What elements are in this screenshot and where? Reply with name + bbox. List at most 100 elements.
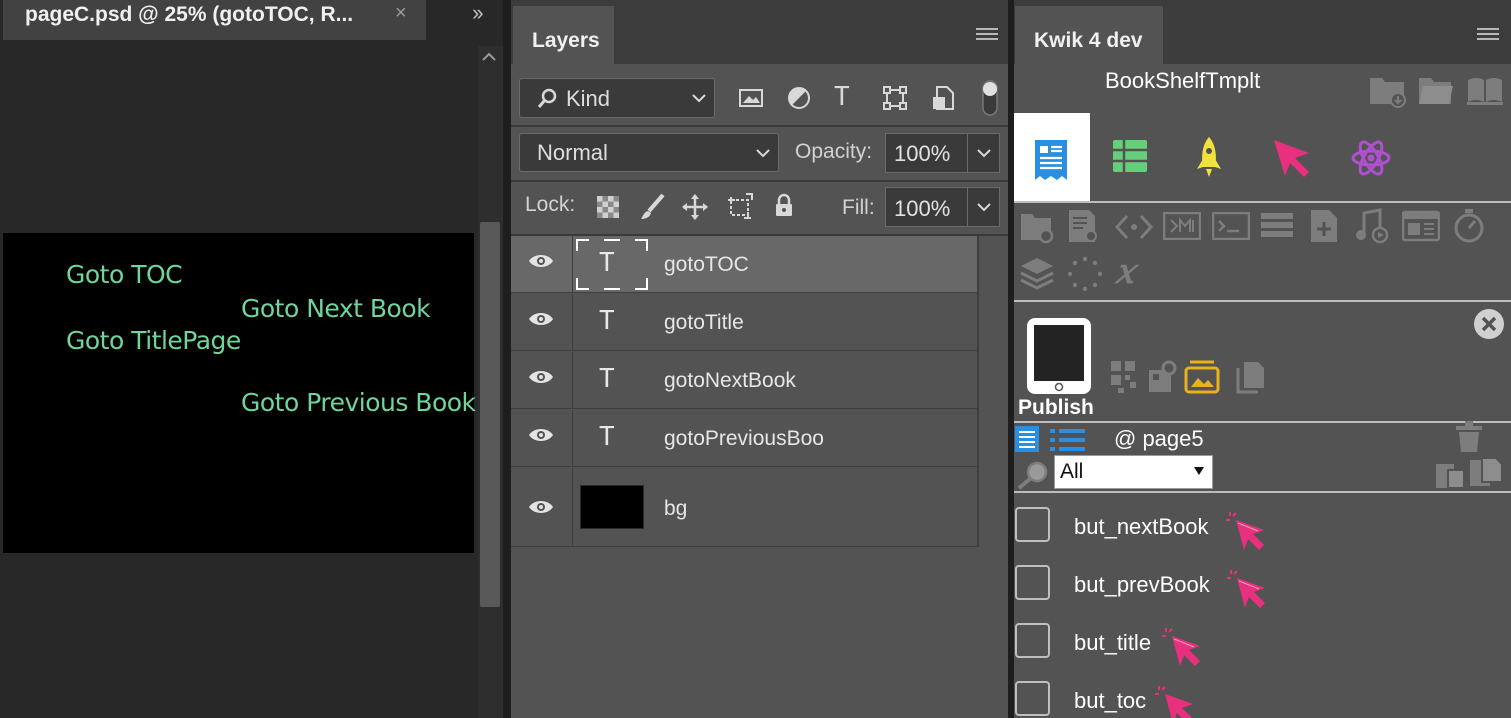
trash-icon[interactable] [1455, 420, 1483, 454]
atom-icon[interactable] [1350, 137, 1392, 179]
lock-transparent-pixels-icon[interactable] [597, 196, 619, 218]
panel-divider[interactable] [503, 0, 511, 718]
checkbox[interactable] [1015, 623, 1050, 658]
chevron-down-icon[interactable] [977, 202, 991, 212]
document-tab[interactable]: pageC.psd @ 25% (gotoTOC, R... × [3, 0, 426, 40]
list-item[interactable]: but_toc [1014, 678, 1314, 718]
copy-pages-icon[interactable] [1234, 360, 1268, 394]
layer-name[interactable]: gotoPreviousBoo [664, 427, 824, 451]
filter-smart-objects-icon[interactable] [931, 85, 955, 111]
checkbox[interactable] [1015, 681, 1050, 716]
button-layer-name[interactable]: but_prevBook [1074, 572, 1210, 598]
button-layer-name[interactable]: but_title [1074, 630, 1151, 656]
stack-layers-icon[interactable] [1259, 211, 1295, 241]
code-brackets-icon[interactable] [1115, 212, 1153, 242]
pointer-cursor-icon [1227, 568, 1271, 612]
tab-layers[interactable]: Layers [513, 6, 614, 64]
checkbox[interactable] [1015, 565, 1050, 600]
build-settings-icon[interactable] [1147, 360, 1177, 394]
eye-icon[interactable] [527, 310, 555, 328]
chevron-down-icon[interactable] [977, 148, 991, 158]
lock-artboard-icon[interactable] [726, 192, 754, 220]
panel-menu-icon[interactable] [1477, 28, 1499, 42]
layer-name[interactable]: bg [664, 497, 687, 521]
filter-toggle-switch[interactable] [981, 79, 999, 117]
fill-field[interactable]: 100% [885, 187, 1000, 227]
particles-icon[interactable] [1067, 256, 1103, 292]
checkbox[interactable] [1015, 507, 1050, 542]
lock-all-icon[interactable] [774, 193, 794, 217]
filter-shape-layers-icon[interactable] [883, 86, 907, 110]
canvas-text-goto-next-book[interactable]: Goto Next Book [241, 294, 431, 323]
variable-x-icon[interactable]: 𝑥 [1115, 252, 1134, 292]
html-widget-icon[interactable] [1163, 212, 1201, 240]
panel-menu-icon[interactable] [976, 28, 998, 42]
list-item[interactable]: but_prevBook [1014, 562, 1314, 608]
search-icon[interactable] [1017, 460, 1051, 490]
page-view-icon[interactable] [1014, 424, 1040, 454]
open-folder-icon[interactable] [1417, 74, 1455, 106]
opacity-field[interactable]: 100% [885, 133, 1000, 173]
tab-page-properties[interactable] [1014, 113, 1090, 203]
filter-type-layers-icon[interactable]: T [834, 82, 850, 112]
canvas-text-goto-titlepage[interactable]: Goto TitlePage [66, 326, 241, 355]
rocket-icon[interactable] [1194, 135, 1224, 179]
eye-icon[interactable] [527, 498, 555, 516]
layer-name[interactable]: gotoNextBook [664, 369, 796, 393]
filter-adjustment-layers-icon[interactable] [787, 86, 811, 110]
stopwatch-icon[interactable] [1451, 208, 1487, 244]
layer-name[interactable]: gotoTOC [664, 253, 749, 277]
close-icon[interactable]: × [395, 2, 407, 25]
collapse-panels-icon[interactable]: ›› [472, 0, 484, 26]
scrollbar-thumb[interactable] [480, 222, 500, 607]
new-project-folder-icon[interactable] [1368, 72, 1408, 108]
scroll-up-icon[interactable] [482, 52, 496, 62]
tab-kwik[interactable]: Kwik 4 dev [1015, 6, 1163, 64]
lock-image-pixels-icon[interactable] [639, 193, 665, 221]
canvas-text-goto-previous-book[interactable]: Goto Previous Book [241, 388, 476, 417]
eye-icon[interactable] [527, 426, 555, 444]
blend-mode-select[interactable]: Normal [519, 133, 779, 172]
lock-position-icon[interactable] [681, 193, 709, 221]
layer-row-gototitle[interactable]: T gotoTitle [511, 294, 977, 351]
document-settings-icon[interactable] [1067, 208, 1099, 244]
lock-label: Lock: [525, 193, 576, 216]
layer-filter-select[interactable]: All [1054, 455, 1213, 489]
layer-row-gotopreviousbook[interactable]: T gotoPreviousBoo [511, 410, 977, 467]
audio-icon[interactable] [1354, 208, 1390, 244]
canvas-text-goto-toc[interactable]: Goto TOC [66, 260, 183, 289]
layer-row-gototoc[interactable]: T gotoTOC [511, 236, 977, 293]
bookshelf-icon[interactable] [1466, 74, 1504, 106]
terminal-icon[interactable] [1212, 212, 1250, 240]
list-item[interactable]: but_nextBook [1014, 504, 1314, 550]
publish-button[interactable]: Publish [1018, 396, 1094, 420]
layers-stack-icon[interactable] [1019, 256, 1055, 290]
filter-pixel-layers-icon[interactable] [738, 87, 764, 109]
image-gallery-icon[interactable] [1184, 360, 1220, 394]
tablet-device-icon[interactable] [1026, 317, 1092, 395]
layer-row-gotonextbook[interactable]: T gotoNextBook [511, 352, 977, 409]
paste-icon[interactable] [1434, 458, 1466, 490]
web-view-icon[interactable] [1402, 210, 1440, 242]
layer-row-bg[interactable]: bg [511, 468, 977, 547]
layer-name[interactable]: gotoTitle [664, 311, 744, 335]
button-layer-name[interactable]: but_toc [1074, 688, 1146, 714]
document-tab-title[interactable]: pageC.psd @ 25% (gotoTOC, R... [25, 3, 353, 27]
copy-documents-icon[interactable] [1468, 456, 1504, 490]
add-page-icon[interactable] [1309, 208, 1339, 244]
cursor-pointer-icon[interactable] [1271, 137, 1313, 179]
list-item[interactable]: but_title [1014, 620, 1314, 666]
list-view-icon[interactable] [1050, 428, 1086, 452]
folder-settings-icon[interactable] [1019, 210, 1055, 244]
qr-code-icon[interactable] [1110, 360, 1138, 394]
vertical-scrollbar[interactable] [478, 46, 503, 718]
list-grid-icon[interactable] [1112, 138, 1148, 174]
eye-icon[interactable] [527, 252, 555, 270]
button-layer-name[interactable]: but_nextBook [1074, 514, 1209, 540]
opacity-label: Opacity: [795, 140, 873, 163]
layer-filter-kind-select[interactable]: Kind [519, 78, 715, 118]
eye-icon[interactable] [527, 368, 555, 386]
document-canvas[interactable]: Goto TOC Goto Next Book Goto TitlePage G… [3, 233, 476, 553]
fill-value: 100% [894, 196, 951, 221]
close-circle-icon[interactable] [1473, 308, 1505, 340]
